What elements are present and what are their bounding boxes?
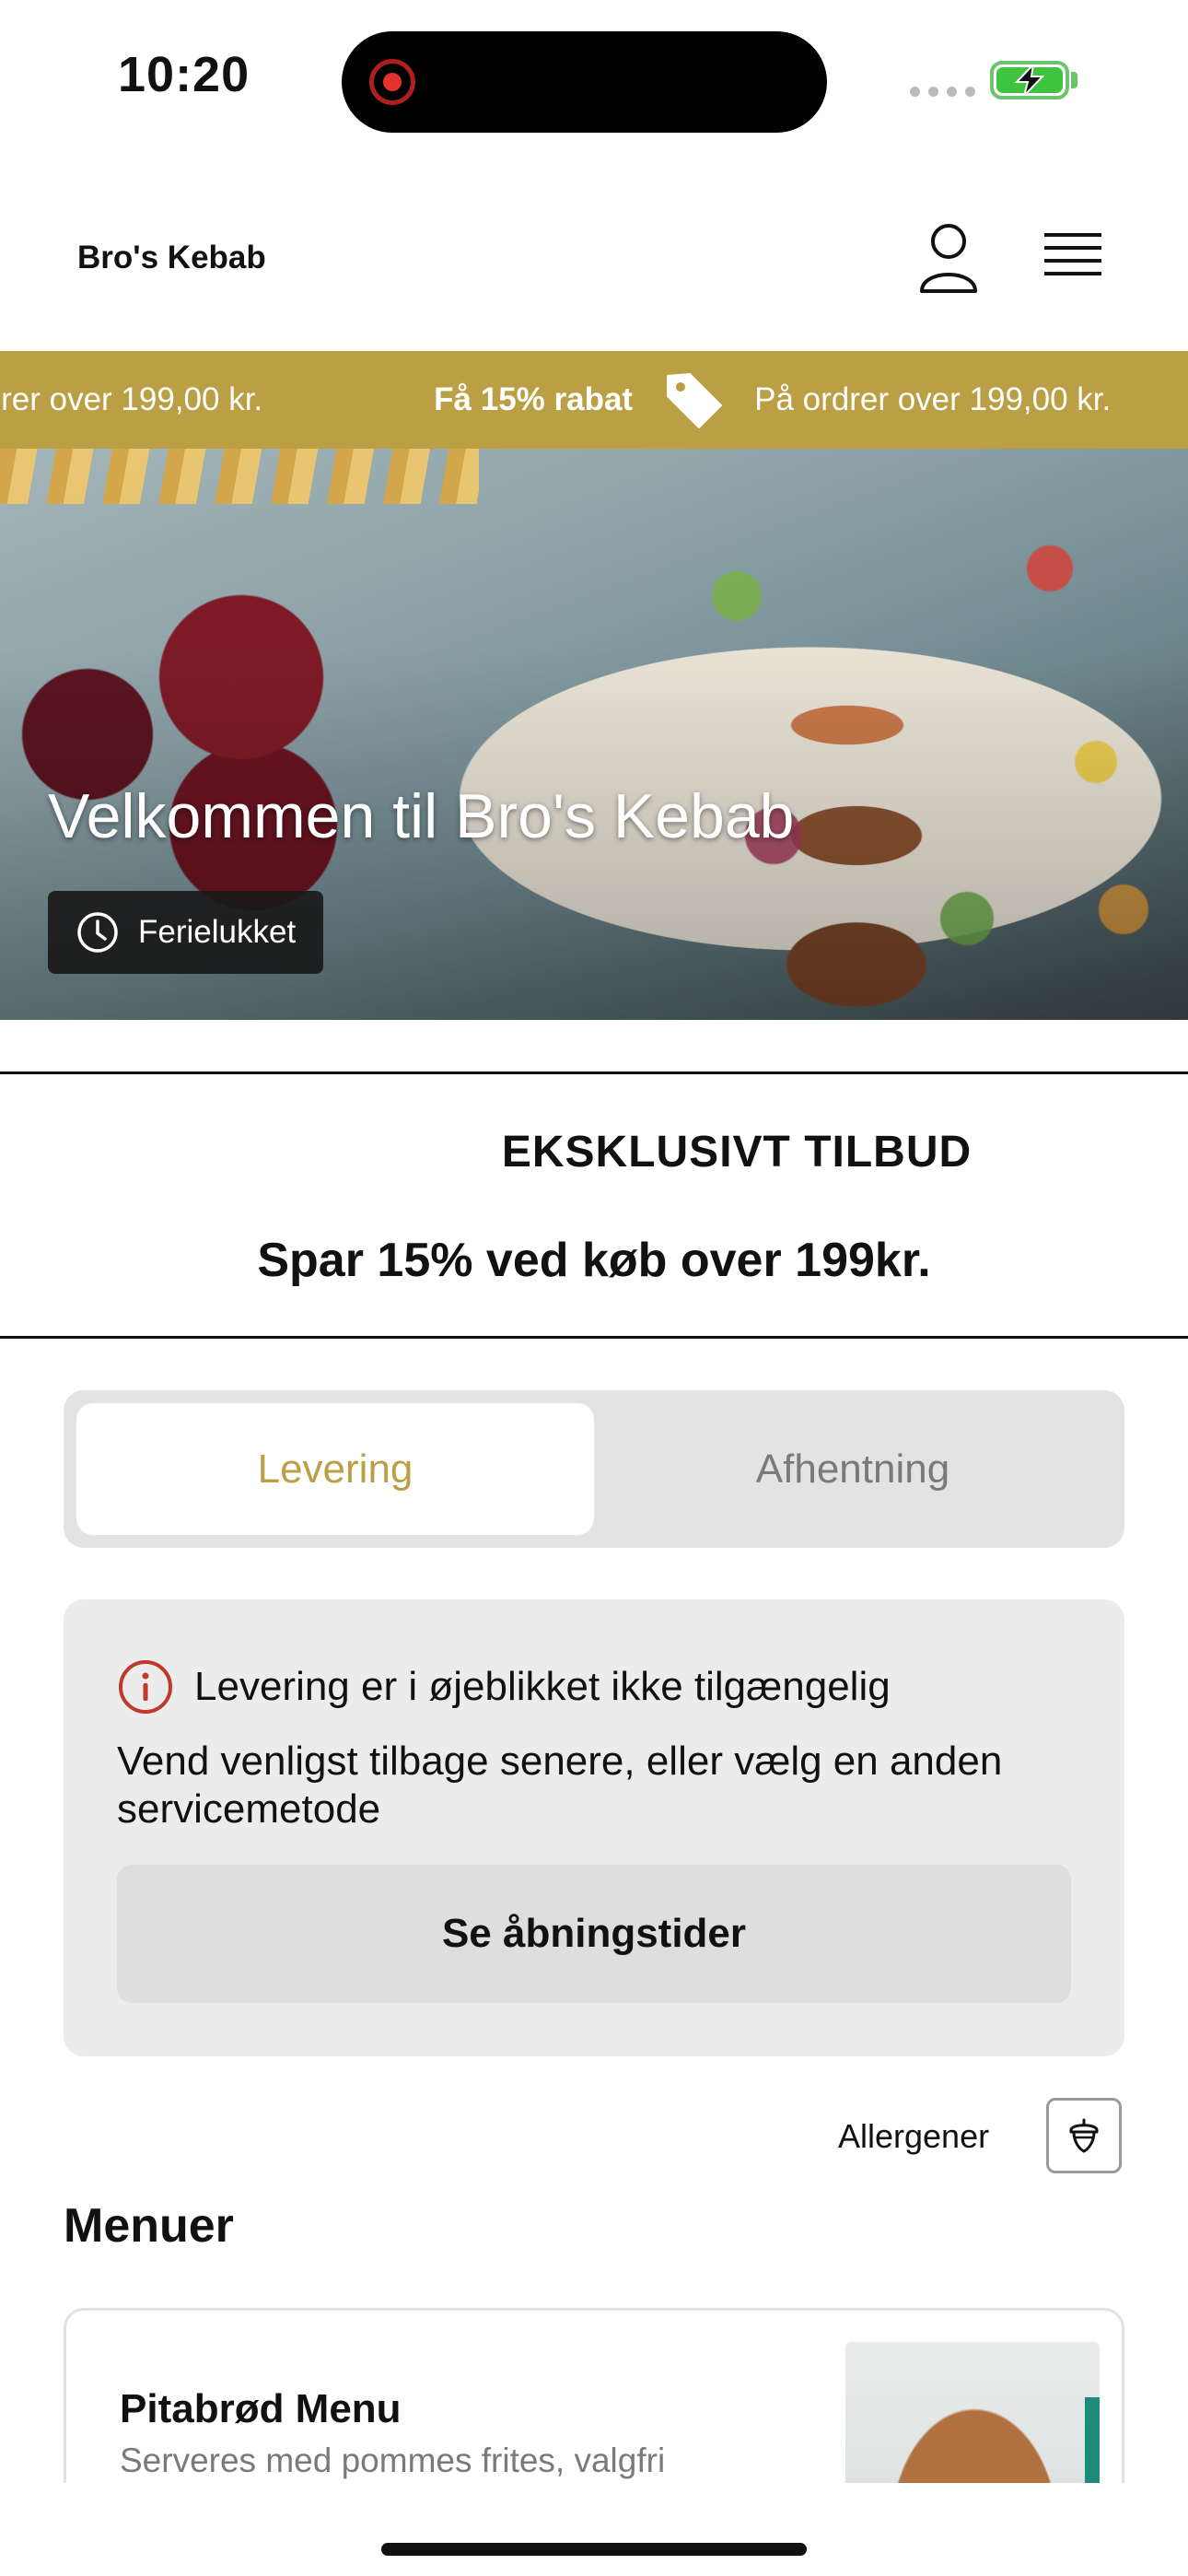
acorn-icon	[1069, 2118, 1099, 2153]
menu-button[interactable]	[1041, 226, 1105, 290]
notice-body: Vend venligst tilbage senere, eller vælg…	[117, 1739, 1003, 1832]
dynamic-island	[342, 31, 827, 133]
status-badge-label: Ferielukket	[138, 914, 297, 950]
account-button[interactable]	[916, 221, 981, 295]
opening-hours-button[interactable]: Se åbningstider	[117, 1865, 1071, 2003]
menu-list: Pitabrød Menu Serveres med pommes frites…	[0, 2303, 1188, 2483]
menu-card[interactable]: Pitabrød Menu Serveres med pommes frites…	[64, 2308, 1124, 2483]
user-icon	[920, 224, 977, 293]
promo-banner: rdrer over 199,00 kr. Få 15% rabat På or…	[0, 351, 1188, 449]
charging-bolt-icon	[1014, 64, 1045, 96]
home-indicator[interactable]	[381, 2543, 807, 2556]
promo-text: På ordrer over 199,00 kr.	[754, 381, 1112, 417]
menu-card-title: Pitabrød Menu	[120, 2386, 402, 2431]
service-method-toggle: Levering Afhentning	[64, 1390, 1124, 1548]
tab-pickup[interactable]: Afhentning	[594, 1403, 1112, 1535]
info-icon	[119, 1660, 172, 1714]
promo-discount: Få 15% rabat	[434, 381, 634, 417]
menu-card-description: Serveres med pommes frites, valgfri dypp…	[120, 2441, 666, 2479]
hero-image: Velkommen til Bro's Kebab Ferielukket	[0, 449, 1188, 1020]
notice-header: Levering er i øjeblikket ikke tilgængeli…	[117, 1658, 891, 1715]
status-time: 10:20	[118, 47, 250, 102]
status-bar: 10:20	[0, 0, 1188, 157]
brand-name[interactable]: Bro's Kebab	[77, 240, 266, 276]
clock-icon	[77, 912, 118, 953]
battery-icon	[990, 61, 1069, 100]
delivery-unavailable-notice: Levering er i øjeblikket ikke tilgængeli…	[64, 1599, 1124, 2056]
battery-cap	[1071, 72, 1077, 88]
tab-delivery[interactable]: Levering	[76, 1403, 594, 1535]
allergens-button[interactable]	[1046, 2098, 1122, 2173]
status-badge: Ferielukket	[48, 891, 324, 974]
hero-title: Velkommen til Bro's Kebab	[48, 781, 795, 851]
offer-title: EKSKLUSIVT TILBUD	[501, 1128, 973, 1177]
tag-icon	[667, 373, 723, 428]
promo-text: rdrer over 199,00 kr.	[0, 381, 263, 417]
allergens-label[interactable]: Allergener	[838, 2117, 989, 2156]
notice-title: Levering er i øjeblikket ikke tilgængeli…	[194, 1664, 891, 1709]
promo-ticker: rdrer over 199,00 kr. Få 15% rabat På or…	[0, 351, 1111, 449]
menus-heading: Menuer	[64, 2199, 234, 2253]
exclusive-offer: EKSKLUSIVT TILBUD Spar 15% ved køb over …	[0, 1071, 1188, 1339]
cellular-signal-icon	[910, 87, 975, 97]
offer-subtitle: Spar 15% ved køb over 199kr.	[257, 1234, 931, 1287]
recording-indicator-icon	[369, 59, 415, 105]
hamburger-icon	[1044, 233, 1101, 275]
menu-card-image	[845, 2342, 1100, 2483]
app-header: Bro's Kebab	[0, 193, 1188, 350]
